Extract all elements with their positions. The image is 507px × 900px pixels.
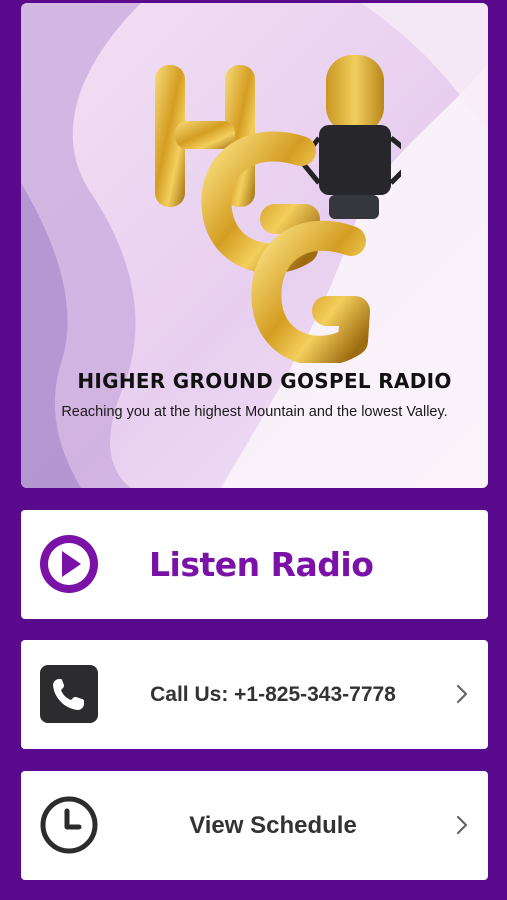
- chevron-right-icon: [456, 684, 468, 704]
- phone-icon: [40, 665, 98, 723]
- view-schedule-label: View Schedule: [189, 812, 357, 839]
- station-title: HIGHER GROUND GOSPEL RADIO: [77, 369, 452, 393]
- clock-icon: [40, 796, 98, 854]
- hgg-logo: [155, 55, 401, 363]
- call-us-label: Call Us: +1-825-343-7778: [150, 683, 396, 706]
- view-schedule-button[interactable]: View Schedule: [21, 771, 488, 880]
- play-icon: [40, 535, 98, 593]
- call-us-button[interactable]: Call Us: +1-825-343-7778: [21, 640, 488, 749]
- listen-radio-label: Listen Radio: [149, 545, 374, 584]
- listen-radio-button[interactable]: Listen Radio: [21, 510, 488, 619]
- chevron-right-icon: [456, 815, 468, 835]
- station-banner: HIGHER GROUND GOSPEL RADIO Reaching you …: [21, 3, 488, 488]
- station-tagline: Reaching you at the highest Mountain and…: [61, 404, 448, 420]
